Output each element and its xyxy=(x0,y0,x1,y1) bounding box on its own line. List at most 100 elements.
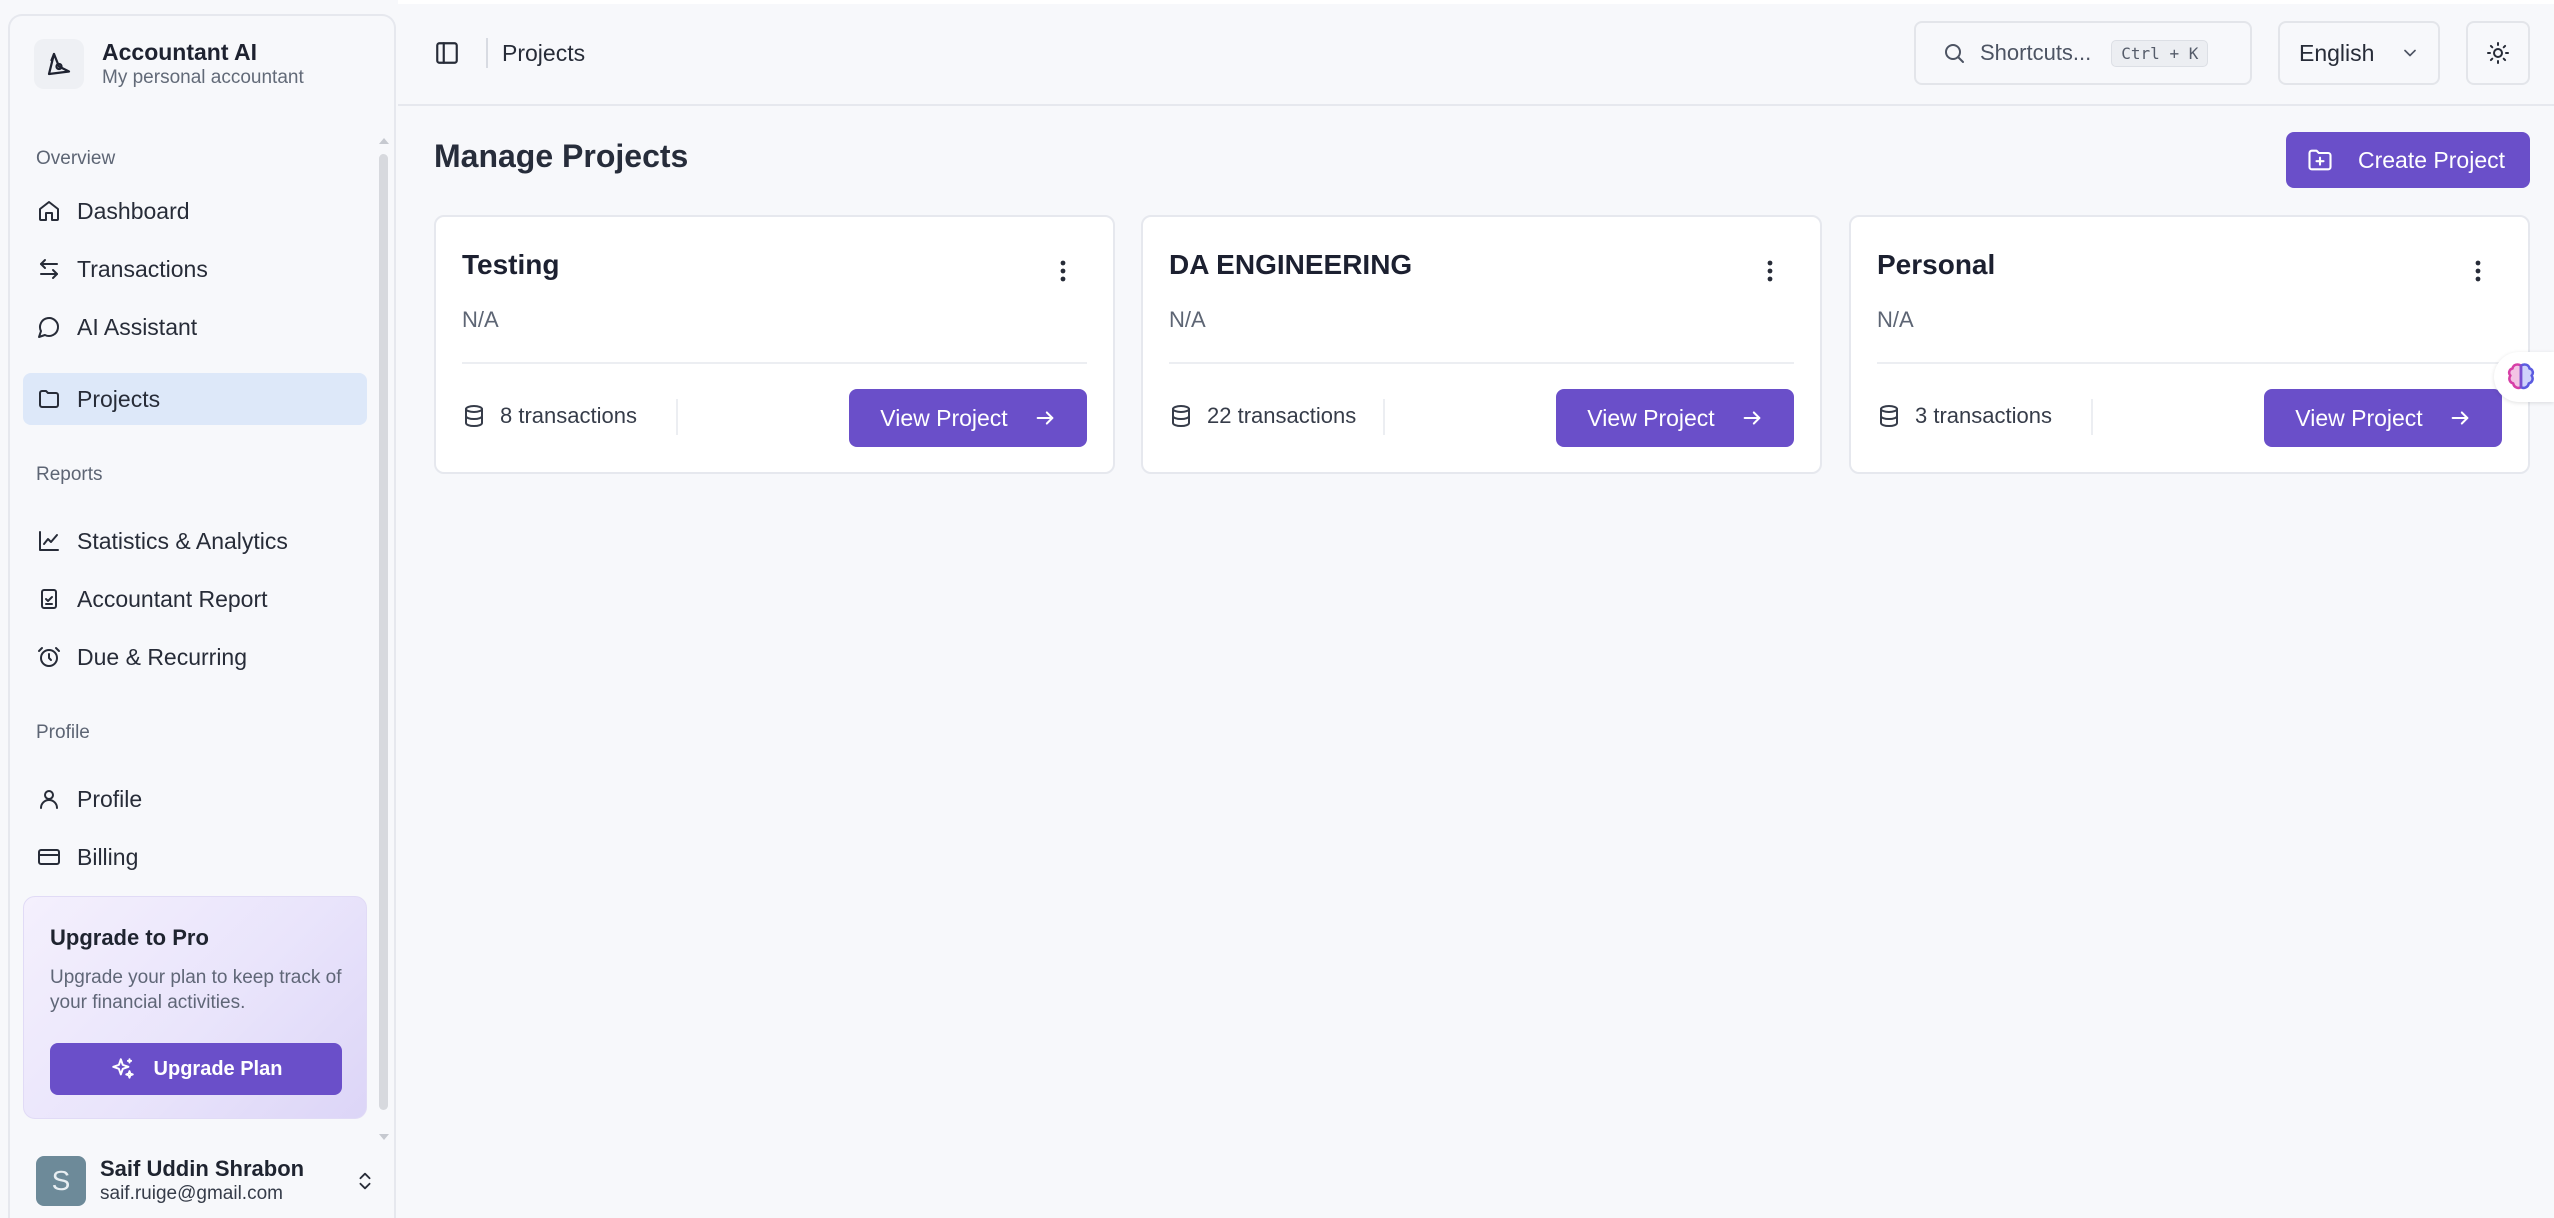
section-label-profile: Profile xyxy=(36,722,90,743)
sidebar-item-transactions[interactable]: Transactions xyxy=(23,243,367,295)
view-project-button[interactable]: View Project xyxy=(1556,389,1794,447)
sun-icon xyxy=(2486,41,2510,65)
count-separator xyxy=(1383,399,1385,435)
transaction-count: 3 transactions xyxy=(1877,403,2052,429)
folder-plus-icon xyxy=(2306,146,2334,174)
sidebar-item-label: Accountant Report xyxy=(77,585,268,612)
chevrons-up-down-icon[interactable] xyxy=(354,1169,376,1193)
credit-card-icon xyxy=(37,845,61,869)
card-divider xyxy=(1169,362,1794,364)
page-title: Manage Projects xyxy=(434,138,689,174)
search-label: Shortcuts... xyxy=(1980,40,2092,65)
alarm-clock-icon xyxy=(37,645,61,669)
app-tagline: My personal accountant xyxy=(102,67,304,88)
sidebar-item-projects[interactable]: Projects xyxy=(23,373,367,425)
user-icon xyxy=(37,787,61,811)
sidebar-item-label: Statistics & Analytics xyxy=(77,527,288,554)
project-description: N/A xyxy=(462,307,499,332)
database-icon xyxy=(1169,404,1193,428)
chevron-down-icon xyxy=(2400,43,2420,63)
arrow-right-icon xyxy=(1034,407,1056,429)
project-description: N/A xyxy=(1169,307,1206,332)
clipboard-check-icon xyxy=(37,587,61,611)
database-icon xyxy=(462,404,486,428)
avatar: S xyxy=(36,1156,86,1206)
transaction-count: 22 transactions xyxy=(1169,403,1356,429)
project-name: DA ENGINEERING xyxy=(1169,249,1413,280)
folder-icon xyxy=(37,387,61,411)
user-name: Saif Uddin Shrabon xyxy=(100,1156,305,1181)
language-value: English xyxy=(2299,39,2375,66)
project-name: Personal xyxy=(1877,249,1996,280)
upgrade-description: Upgrade your plan to keep track of your … xyxy=(50,967,342,1013)
shortcut-badge: Ctrl + K xyxy=(2111,39,2209,67)
ai-widget-button[interactable] xyxy=(2494,352,2554,402)
sidebar: Accountant AI My personal accountant Ove… xyxy=(8,14,396,1218)
arrows-left-right-icon xyxy=(37,257,61,281)
sidebar-item-label: Billing xyxy=(77,843,139,870)
upgrade-card: Upgrade to Pro Upgrade your plan to keep… xyxy=(23,896,367,1119)
search-shortcuts-button[interactable]: Shortcuts... Ctrl + K xyxy=(1914,21,2252,85)
create-project-label: Create Project xyxy=(2358,146,2506,173)
sidebar-item-label: AI Assistant xyxy=(77,313,198,340)
line-chart-icon xyxy=(37,529,61,553)
message-circle-icon xyxy=(37,315,61,339)
upgrade-plan-button[interactable]: Upgrade Plan xyxy=(50,1043,342,1095)
user-email: saif.ruige@gmail.com xyxy=(100,1183,283,1204)
brand[interactable]: Accountant AI My personal accountant xyxy=(34,38,304,90)
sidebar-item-accountant-report[interactable]: Accountant Report xyxy=(23,573,367,625)
project-card: Personal N/A 3 transactions View Project xyxy=(1849,215,2530,474)
count-separator xyxy=(676,399,678,435)
project-name: Testing xyxy=(462,249,560,280)
sidebar-toggle-icon[interactable] xyxy=(434,40,460,66)
language-select[interactable]: English xyxy=(2278,21,2440,85)
theme-toggle-button[interactable] xyxy=(2466,21,2530,85)
project-card: DA ENGINEERING N/A 22 transactions View … xyxy=(1141,215,1822,474)
sidebar-item-profile[interactable]: Profile xyxy=(23,773,367,825)
view-project-button[interactable]: View Project xyxy=(2264,389,2502,447)
scrollbar-thumb[interactable] xyxy=(379,154,388,1110)
view-project-label: View Project xyxy=(880,404,1008,431)
arrow-right-icon xyxy=(2449,407,2471,429)
home-icon xyxy=(37,199,61,223)
view-project-label: View Project xyxy=(2295,404,2423,431)
transaction-count-label: 22 transactions xyxy=(1207,403,1357,428)
more-vertical-icon[interactable] xyxy=(1766,259,1774,283)
card-divider xyxy=(462,362,1087,364)
transaction-count-label: 3 transactions xyxy=(1915,403,2052,428)
database-icon xyxy=(1877,404,1901,428)
count-separator xyxy=(2091,399,2093,435)
sidebar-item-billing[interactable]: Billing xyxy=(23,831,367,883)
app-logo-icon xyxy=(34,39,84,89)
project-description: N/A xyxy=(1877,307,1914,332)
section-label-reports: Reports xyxy=(36,464,103,485)
sidebar-scrollbar[interactable] xyxy=(376,134,390,1144)
top-header: Projects Shortcuts... Ctrl + K English xyxy=(398,0,2554,106)
view-project-button[interactable]: View Project xyxy=(849,389,1087,447)
sidebar-item-due-recurring[interactable]: Due & Recurring xyxy=(23,631,367,683)
more-vertical-icon[interactable] xyxy=(1059,259,1067,283)
create-project-button[interactable]: Create Project xyxy=(2286,132,2530,188)
search-icon xyxy=(1942,41,1966,65)
breadcrumb: Projects xyxy=(502,40,586,66)
scroll-up-arrow-icon[interactable] xyxy=(379,138,389,144)
app-name: Accountant AI xyxy=(102,39,258,65)
sidebar-item-statistics[interactable]: Statistics & Analytics xyxy=(23,515,367,567)
sparkles-icon xyxy=(110,1056,136,1082)
scroll-down-arrow-icon[interactable] xyxy=(379,1134,389,1140)
sidebar-item-label: Projects xyxy=(77,385,161,412)
card-divider xyxy=(1877,362,2502,364)
upgrade-title: Upgrade to Pro xyxy=(50,925,209,950)
section-label-overview: Overview xyxy=(36,148,116,169)
sidebar-item-dashboard[interactable]: Dashboard xyxy=(23,185,367,237)
more-vertical-icon[interactable] xyxy=(2474,259,2482,283)
sidebar-item-label: Transactions xyxy=(77,255,208,282)
transaction-count: 8 transactions xyxy=(462,403,637,429)
project-card: Testing N/A 8 transactions View Project xyxy=(434,215,1115,474)
transaction-count-label: 8 transactions xyxy=(500,403,637,428)
sidebar-item-ai-assistant[interactable]: AI Assistant xyxy=(23,301,367,353)
brain-icon xyxy=(2504,360,2538,394)
view-project-label: View Project xyxy=(1587,404,1715,431)
user-menu[interactable]: S Saif Uddin Shrabon saif.ruige@gmail.co… xyxy=(36,1156,376,1206)
upgrade-plan-label: Upgrade Plan xyxy=(153,1057,283,1080)
